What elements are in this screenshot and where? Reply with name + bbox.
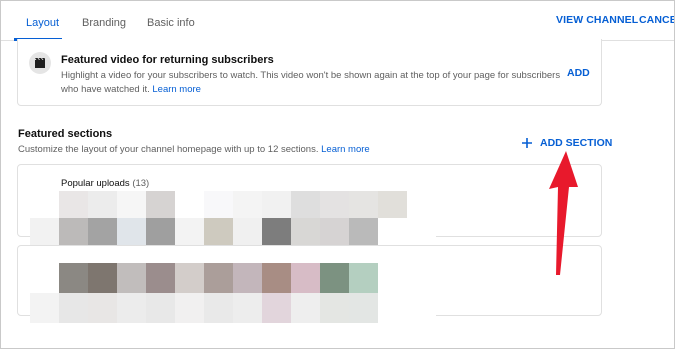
video-thumbnail[interactable] [291, 263, 320, 293]
video-thumbnail[interactable] [320, 218, 349, 245]
video-thumbnail[interactable] [30, 293, 59, 323]
video-thumbnail[interactable] [59, 218, 88, 245]
featured-video-title: Featured video for returning subscribers [61, 54, 274, 66]
video-thumbnail[interactable] [262, 191, 291, 218]
video-thumbnail[interactable] [59, 263, 88, 293]
video-thumbnail[interactable] [378, 191, 407, 218]
video-thumbnail[interactable] [175, 218, 204, 245]
video-thumbnail[interactable] [88, 293, 117, 323]
plus-icon [522, 138, 532, 148]
featured-video-card: Featured video for returning subscribers… [17, 39, 602, 106]
video-thumbnail[interactable] [262, 263, 291, 293]
video-thumbnail[interactable] [407, 293, 436, 323]
video-thumbnail[interactable] [88, 218, 117, 245]
video-thumbnail[interactable] [262, 293, 291, 323]
video-thumbnail[interactable] [175, 191, 204, 218]
video-thumbnail[interactable] [407, 191, 436, 218]
video-thumbnail[interactable] [407, 263, 436, 293]
video-thumbnail[interactable] [378, 218, 407, 245]
video-thumbnail[interactable] [88, 191, 117, 218]
video-thumbnail[interactable] [30, 218, 59, 245]
video-thumbnail[interactable] [349, 191, 378, 218]
video-thumbnail[interactable] [117, 191, 146, 218]
top-bar: Layout Branding Basic info VIEW CHANNEL … [1, 1, 674, 41]
video-thumbnail[interactable] [175, 293, 204, 323]
video-thumbnail[interactable] [30, 191, 59, 218]
video-thumbnail[interactable] [59, 191, 88, 218]
video-thumbnail[interactable] [291, 191, 320, 218]
video-thumbnail[interactable] [233, 191, 262, 218]
video-thumbnail[interactable] [146, 191, 175, 218]
video-thumbnail[interactable] [59, 293, 88, 323]
video-thumbnail[interactable] [88, 263, 117, 293]
video-thumbnail[interactable] [146, 293, 175, 323]
video-thumbnail[interactable] [146, 263, 175, 293]
channel-customization-window: Layout Branding Basic info VIEW CHANNEL … [0, 0, 675, 349]
video-thumbnail[interactable] [320, 191, 349, 218]
video-thumbnail[interactable] [378, 263, 407, 293]
add-featured-video-button[interactable]: ADD [567, 67, 590, 79]
video-thumbnail[interactable] [262, 218, 291, 245]
video-thumbnail[interactable] [233, 218, 262, 245]
featured-video-description-text: Highlight a video for your subscribers t… [61, 70, 561, 95]
featured-video-learn-more-link[interactable]: Learn more [152, 84, 201, 95]
video-thumbnail[interactable] [320, 293, 349, 323]
cancel-button[interactable]: CANCEL [639, 1, 674, 41]
video-thumbnail[interactable] [233, 293, 262, 323]
video-thumbnail[interactable] [407, 218, 436, 245]
featured-video-description: Highlight a video for your subscribers t… [61, 69, 566, 97]
featured-sections-learn-more-link[interactable]: Learn more [321, 144, 370, 155]
video-thumbnail[interactable] [233, 263, 262, 293]
featured-sections-title: Featured sections [18, 128, 113, 140]
annotation-arrow-icon [549, 151, 578, 275]
view-channel-button[interactable]: VIEW CHANNEL [556, 1, 638, 41]
video-thumbnail[interactable] [349, 263, 378, 293]
section-title: Popular uploads (13) [61, 178, 149, 189]
video-thumbnail[interactable] [117, 218, 146, 245]
video-thumbnail[interactable] [204, 191, 233, 218]
video-thumbnail[interactable] [349, 293, 378, 323]
tab-basic-info[interactable]: Basic info [147, 1, 195, 41]
tab-branding[interactable]: Branding [82, 1, 126, 41]
video-thumbnail[interactable] [291, 293, 320, 323]
film-icon [29, 52, 51, 74]
section-count: (13) [132, 178, 150, 189]
video-thumbnail[interactable] [320, 263, 349, 293]
video-thumbnail[interactable] [146, 218, 175, 245]
section-title-text: Popular uploads [61, 178, 130, 189]
tab-layout[interactable]: Layout [26, 1, 59, 41]
featured-sections-description: Customize the layout of your channel hom… [18, 144, 370, 155]
video-thumbnail[interactable] [291, 218, 320, 245]
video-thumbnail[interactable] [30, 263, 59, 293]
video-thumbnail[interactable] [204, 263, 233, 293]
video-thumbnail[interactable] [117, 263, 146, 293]
video-thumbnail[interactable] [378, 293, 407, 323]
video-thumbnail[interactable] [175, 263, 204, 293]
featured-sections-description-text: Customize the layout of your channel hom… [18, 144, 319, 155]
section-thumbnails-grid [30, 263, 436, 323]
video-thumbnail[interactable] [204, 293, 233, 323]
video-thumbnail[interactable] [204, 218, 233, 245]
video-thumbnail[interactable] [349, 218, 378, 245]
video-thumbnail[interactable] [117, 293, 146, 323]
